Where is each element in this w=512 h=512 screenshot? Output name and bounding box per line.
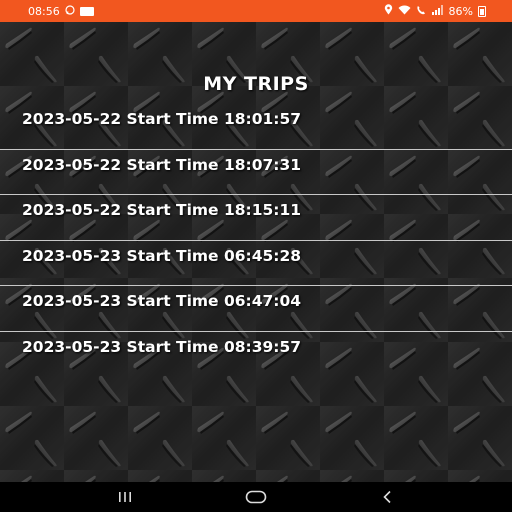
battery-icon xyxy=(478,5,486,17)
trips-content: MY TRIPS 2023-05-22 Start Time 18:01:57 … xyxy=(0,22,512,482)
trip-item-text: 2023-05-22 Start Time 18:01:57 xyxy=(22,110,302,128)
trip-item[interactable]: 2023-05-22 Start Time 18:01:57 xyxy=(0,104,512,150)
wifi-icon xyxy=(398,5,411,18)
home-button[interactable] xyxy=(236,485,276,509)
whatsapp-icon xyxy=(65,4,75,18)
trip-item-text: 2023-05-22 Start Time 18:15:11 xyxy=(22,201,302,219)
volte-icon xyxy=(416,5,427,18)
status-bar-right: 86% xyxy=(384,4,486,18)
status-bar: 08:56 86% xyxy=(0,0,512,22)
page-title: MY TRIPS xyxy=(203,73,309,95)
trip-item[interactable]: 2023-05-22 Start Time 18:15:11 xyxy=(0,195,512,241)
back-icon xyxy=(383,490,391,504)
trip-item-text: 2023-05-23 Start Time 06:47:04 xyxy=(22,292,302,310)
signal-icon xyxy=(431,4,444,18)
trip-list: 2023-05-22 Start Time 18:01:57 2023-05-2… xyxy=(0,104,512,377)
back-button[interactable] xyxy=(367,485,407,509)
recent-apps-icon xyxy=(119,492,132,502)
navigation-bar xyxy=(0,482,512,512)
status-bar-left: 08:56 xyxy=(28,5,94,18)
trip-item-text: 2023-05-22 Start Time 18:07:31 xyxy=(22,155,302,174)
trip-item[interactable]: 2023-05-22 Start Time 18:07:31 xyxy=(0,150,512,195)
notification-square-icon xyxy=(79,6,94,16)
trip-item[interactable]: 2023-05-23 Start Time 08:39:57 xyxy=(0,332,512,378)
home-icon xyxy=(245,490,267,504)
location-icon xyxy=(384,4,393,18)
status-time: 08:56 xyxy=(28,4,60,18)
trip-item-text: 2023-05-23 Start Time 06:45:28 xyxy=(22,246,302,265)
trip-item[interactable]: 2023-05-23 Start Time 06:45:28 xyxy=(0,241,512,286)
battery-percent: 86% xyxy=(448,4,473,18)
trip-item[interactable]: 2023-05-23 Start Time 06:47:04 xyxy=(0,286,512,332)
trip-item-text: 2023-05-23 Start Time 08:39:57 xyxy=(22,337,302,356)
recent-apps-button[interactable] xyxy=(105,485,145,509)
app-screen: 08:56 86% MY TRIPS 2023-05-22 Start Time… xyxy=(0,0,512,512)
